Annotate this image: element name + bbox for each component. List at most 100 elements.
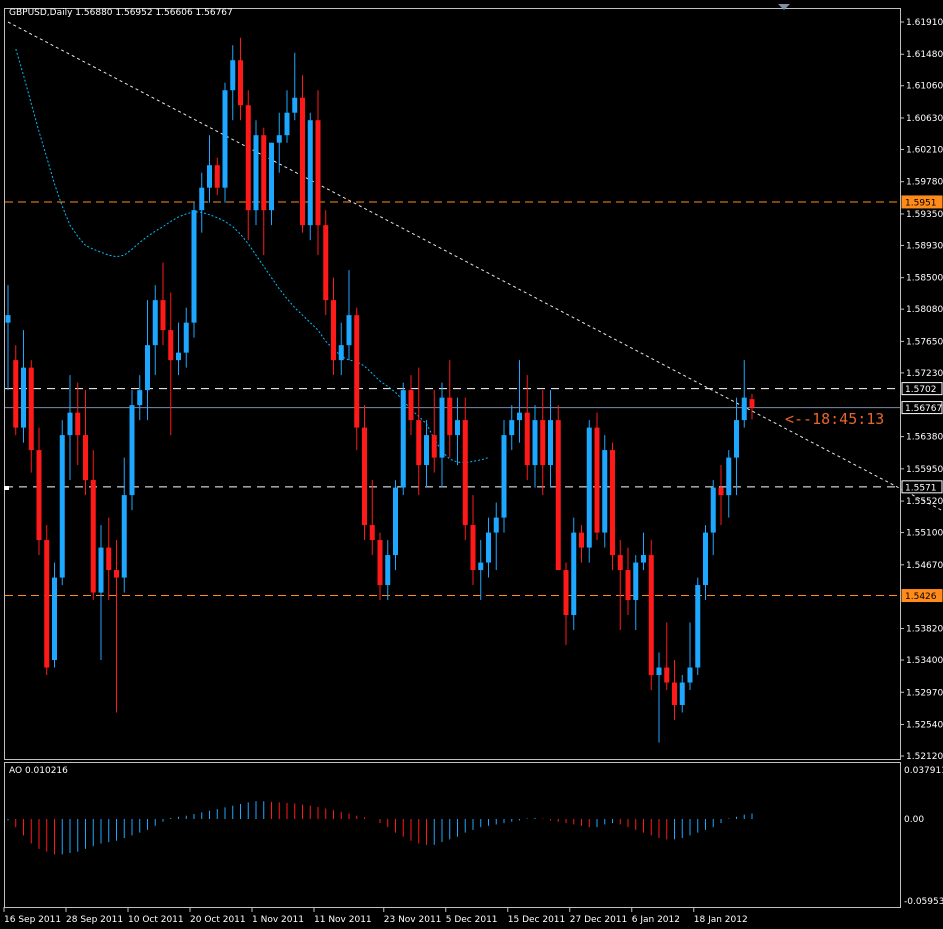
price-tick-label: 1.52540 (906, 721, 943, 731)
candle-body (478, 563, 483, 570)
candle-body (385, 555, 390, 585)
ao-tick-label: 0.037911 (904, 766, 943, 776)
candle-body (331, 300, 336, 360)
candle-body (370, 525, 375, 540)
candle-body (409, 390, 414, 420)
price-tick-label: 1.55520 (906, 497, 943, 507)
price-tick-label: 1.52970 (906, 688, 943, 698)
time-tick-label: 27 Dec 2011 (570, 915, 628, 925)
candle-body (246, 105, 251, 210)
candle-body (649, 555, 654, 675)
candle-body (308, 120, 313, 225)
time-tick-label: 10 Oct 2011 (128, 915, 184, 925)
candle-body (6, 315, 11, 322)
price-tick-label: 1.61480 (906, 50, 943, 60)
candle-body (486, 533, 491, 563)
price-tick-label: 1.52120 (906, 752, 943, 762)
candle (595, 413, 600, 540)
candle-body (401, 390, 406, 487)
left-scroll-marker (4, 486, 9, 490)
candle-body (587, 428, 592, 548)
candle-body (292, 98, 297, 113)
price-label: 1.5426 (905, 592, 937, 602)
candle-body (525, 413, 530, 465)
price-tick-label: 1.55950 (906, 465, 943, 475)
time-tick-label: 23 Nov 2011 (384, 915, 442, 925)
candle (308, 113, 313, 240)
candle-body (99, 548, 104, 593)
candle-body (579, 533, 584, 548)
price-tick-label: 1.58080 (906, 305, 943, 315)
candle-body (711, 488, 716, 533)
candle-body (215, 165, 220, 187)
candle-body (106, 548, 111, 570)
candle-body (502, 435, 507, 517)
time-tick-label: 28 Sep 2011 (66, 915, 123, 925)
candle-body (432, 435, 437, 457)
time-tick-label: 18 Jan 2012 (694, 915, 748, 925)
candle-body (230, 60, 235, 90)
candle-body (223, 90, 228, 187)
candle (60, 420, 65, 585)
candle-body (424, 435, 429, 465)
price-tick-label: 1.58500 (906, 274, 943, 284)
candle-body (719, 488, 724, 495)
candle-body (471, 525, 476, 570)
time-tick-label: 20 Oct 2011 (190, 915, 246, 925)
candle-body (440, 398, 445, 458)
candle (254, 120, 259, 225)
candle (401, 383, 406, 495)
candle-body (21, 368, 26, 428)
candle-body (354, 315, 359, 427)
candle-body (641, 555, 646, 562)
candle-body (145, 345, 150, 390)
candle (649, 540, 654, 690)
candle-body (68, 413, 73, 435)
candle (52, 563, 57, 668)
candle (502, 420, 507, 532)
candle (44, 525, 49, 675)
price-tick-label: 1.61060 (906, 82, 943, 92)
candle-body (664, 668, 669, 683)
countdown-timer: <--18:45:13 (785, 410, 884, 428)
candle-body (114, 570, 119, 577)
price-label: 1.5571 (905, 483, 937, 493)
candle-body (734, 420, 739, 457)
candle-body (726, 458, 731, 495)
candle-body (362, 428, 367, 525)
candle (300, 75, 305, 232)
price-tick-label: 1.60210 (906, 145, 943, 155)
price-label: 1.5702 (905, 385, 937, 395)
candle-body (548, 420, 553, 465)
candle-body (207, 165, 212, 187)
candle-body (626, 570, 631, 600)
candle-body (455, 420, 460, 435)
candle (130, 390, 135, 510)
candle-body (517, 413, 522, 420)
candle-body (168, 330, 173, 360)
candle-body (610, 450, 615, 555)
candle-body (75, 413, 80, 435)
candle-body (83, 435, 88, 480)
candle (571, 518, 576, 630)
candle-body (602, 450, 607, 532)
candle-body (153, 300, 158, 345)
candle-body (564, 570, 569, 615)
candle-body (509, 420, 514, 435)
candle-body (540, 420, 545, 465)
candle-body (750, 399, 755, 407)
price-tick-label: 1.57230 (906, 369, 943, 379)
price-tick-label: 1.61910 (906, 18, 943, 28)
candle-body (494, 518, 499, 533)
chart-canvas: 1.619101.614801.610601.606301.602101.597… (0, 0, 943, 929)
candle-body (277, 135, 282, 142)
price-tick-label: 1.59350 (906, 210, 943, 220)
candle-body (44, 540, 49, 667)
candle-body (285, 113, 290, 135)
candle-body (199, 188, 204, 210)
price-tick-label: 1.59780 (906, 178, 943, 188)
time-tick-label: 16 Sep 2011 (4, 915, 61, 925)
candle-body (657, 668, 662, 675)
candle-body (29, 368, 34, 450)
candle (192, 203, 197, 338)
